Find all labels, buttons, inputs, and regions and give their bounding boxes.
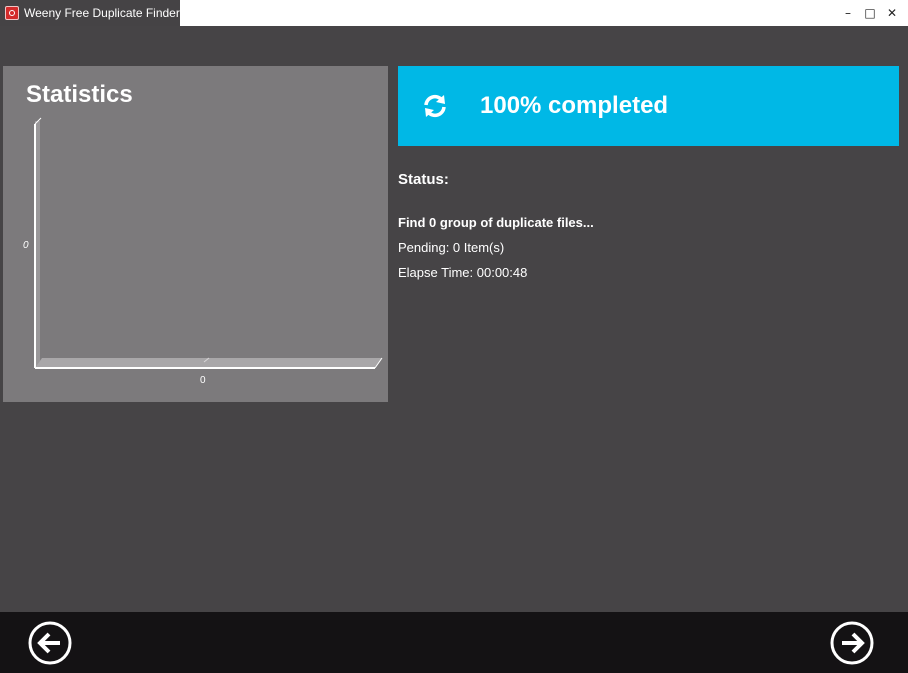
arrow-right-circle-icon: [830, 621, 874, 665]
bottom-nav-bar: [0, 612, 908, 673]
status-elapsed: Elapse Time: 00:00:48: [398, 265, 528, 280]
back-button[interactable]: [28, 621, 72, 665]
x-tick-label: 0: [200, 375, 206, 386]
next-button[interactable]: [830, 621, 874, 665]
app-logo-icon: [5, 6, 19, 20]
title-bar: Weeny Free Duplicate Finder – □ ✕: [0, 0, 908, 26]
statistics-chart: [34, 117, 383, 369]
maximize-button[interactable]: □: [862, 5, 878, 21]
progress-text: 100% completed: [480, 92, 669, 119]
refresh-icon: [424, 94, 446, 118]
y-tick-label: 0: [23, 240, 29, 251]
arrow-left-circle-icon: [28, 621, 72, 665]
window-title-tab: Weeny Free Duplicate Finder: [0, 0, 180, 26]
chart-floor: [35, 358, 382, 368]
status-found: Find 0 group of duplicate files...: [398, 215, 594, 230]
status-pending: Pending: 0 Item(s): [398, 240, 505, 255]
close-button[interactable]: ✕: [884, 5, 900, 21]
status-heading: Status:: [398, 171, 449, 188]
progress-banner: 100% completed: [398, 66, 899, 146]
minimize-button[interactable]: –: [840, 5, 856, 21]
window-title: Weeny Free Duplicate Finder: [24, 6, 180, 20]
statistics-panel: Statistics 0 0: [3, 66, 388, 402]
